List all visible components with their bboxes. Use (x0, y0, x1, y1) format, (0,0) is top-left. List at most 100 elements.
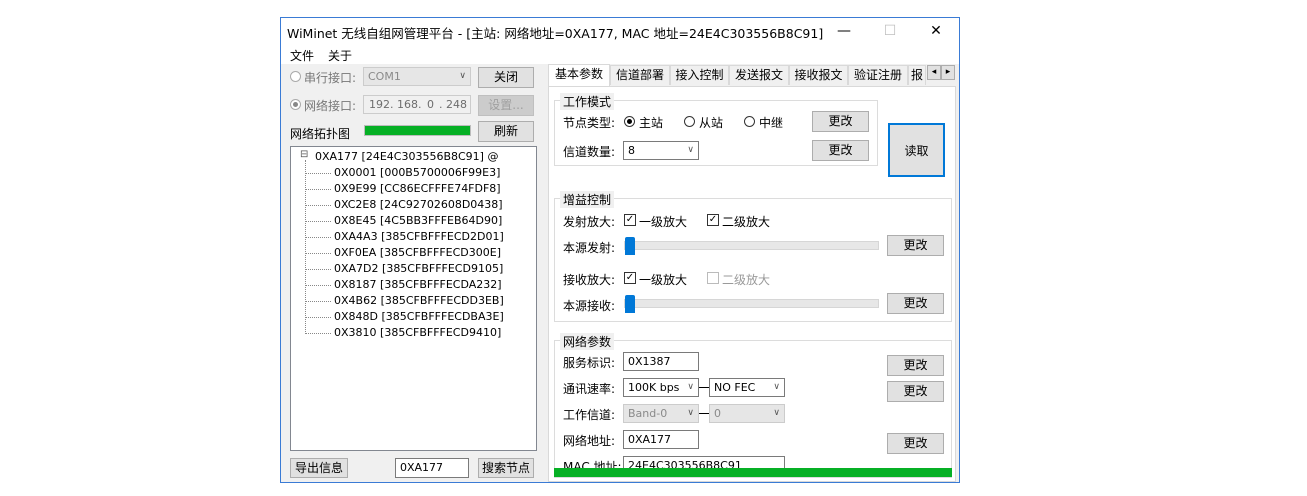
search-node-input[interactable]: 0XA177 (395, 458, 469, 478)
tree-child-node[interactable]: 0X9E99 [CC86ECFFFE74FDF8] (334, 182, 501, 195)
node-type-relay-radio[interactable] (744, 116, 755, 127)
channels-value: 8 (628, 144, 635, 157)
work-mode-group: 工作模式 节点类型: 主站 从站 中继 更改 信道数量: 8 ∨ 更改 (554, 93, 878, 166)
tab-send-message[interactable]: 发送报文 (729, 65, 789, 85)
node-type-change-button[interactable]: 更改 (812, 111, 869, 132)
export-info-button[interactable]: 导出信息 (290, 458, 348, 478)
node-type-relay-label: 中继 (759, 116, 784, 130)
work-channel-label: 工作信道: (563, 408, 616, 422)
close-window-button[interactable]: ✕ (913, 18, 959, 45)
collapse-icon[interactable]: ⊟ (300, 149, 308, 160)
tree-child-node[interactable]: 0XC2E8 [24C92702608D0438] (334, 198, 503, 211)
tree-branch-line (305, 253, 331, 254)
tab-receive-message[interactable]: 接收报文 (789, 65, 848, 85)
comm-rate-select[interactable]: 100K bps ∨ (623, 378, 699, 397)
topology-progress (364, 125, 471, 136)
tx-gain-level2-label: 二级放大 (722, 215, 771, 229)
chevron-down-icon: ∨ (459, 71, 466, 81)
tx-gain-level2-checkbox[interactable]: ✓ (707, 214, 719, 226)
search-node-button[interactable]: 搜索节点 (478, 458, 534, 478)
chevron-down-icon: ∨ (687, 145, 694, 155)
tab-channel-deploy[interactable]: 信道部署 (610, 65, 670, 85)
title-bar: WiMinet 无线自组网管理平台 - [主站: 网络地址=0XA177, MA… (281, 18, 959, 45)
tree-child-node[interactable]: 0X848D [385CFBFFFECDBA3E] (334, 310, 504, 323)
rx-change-button[interactable]: 更改 (887, 293, 944, 314)
menu-file[interactable]: 文件 (290, 47, 314, 64)
rx-source-slider[interactable] (624, 295, 879, 313)
tree-branch-line (305, 221, 331, 222)
network-params-group: 网络参数 服务标识: 0X1387 更改 通讯速率: 100K bps ∨ NO… (554, 333, 952, 478)
menu-about[interactable]: 关于 (328, 47, 352, 64)
tab-scroll-left-icon[interactable]: ◂ (927, 65, 941, 80)
tree-branch-line (305, 301, 331, 302)
rx-gain-level2-checkbox[interactable] (707, 272, 719, 284)
tree-child-node[interactable]: 0X8187 [385CFBFFFECDA232] (334, 278, 502, 291)
work-mode-title: 工作模式 (560, 93, 615, 110)
rx-source-label: 本源接收: (563, 299, 616, 313)
ip-octet-2: 168 (397, 98, 418, 111)
chevron-down-icon: ∨ (773, 382, 780, 392)
read-button[interactable]: 读取 (888, 123, 945, 177)
channel-value: 0 (714, 407, 721, 420)
comm-rate-change-button[interactable]: 更改 (887, 381, 944, 402)
fec-select[interactable]: NO FEC ∨ (709, 378, 785, 397)
serial-label: 串行接口: (304, 71, 357, 85)
tree-branch-line (305, 269, 331, 270)
tree-child-node[interactable]: 0X0001 [000B5700006F99E3] (334, 166, 500, 179)
topology-tree[interactable]: ⊟ 0XA177 [24E4C303556B8C91] @ 0X0001 [00… (290, 146, 537, 451)
rx-gain-level1-checkbox[interactable]: ✓ (624, 272, 636, 284)
tx-change-button[interactable]: 更改 (887, 235, 944, 256)
network-address-change-button[interactable]: 更改 (887, 433, 944, 454)
chevron-down-icon: ∨ (687, 382, 694, 392)
tx-source-slider-thumb[interactable] (625, 237, 635, 255)
tx-source-slider[interactable] (624, 237, 879, 255)
minimize-button[interactable]: — (821, 18, 867, 45)
tree-child-node[interactable]: 0XA7D2 [385CFBFFFECD9105] (334, 262, 503, 275)
service-id-input[interactable]: 0X1387 (623, 352, 699, 371)
comm-rate-value: 100K bps (628, 381, 680, 394)
node-type-master-radio[interactable] (624, 116, 635, 127)
refresh-button[interactable]: 刷新 (478, 121, 534, 142)
serial-port-select[interactable]: COM1 ∨ (363, 67, 471, 86)
tree-child-node[interactable]: 0X8E45 [4C5BB3FFFEB64D90] (334, 214, 502, 227)
serial-radio[interactable] (290, 71, 301, 82)
tree-child-node[interactable]: 0X4B62 [385CFBFFFECDD3EB] (334, 294, 504, 307)
bottom-progress (554, 468, 952, 477)
tree-branch-line (305, 189, 331, 190)
menu-bar: 文件 关于 (281, 45, 959, 64)
network-label: 网络接口: (304, 99, 357, 113)
gain-control-group: 增益控制 发射放大: ✓ 一级放大 ✓ 二级放大 本源发射: 更改 接收放大: … (554, 191, 952, 322)
network-address-input[interactable]: 0XA177 (623, 430, 699, 449)
band-channel-connector (699, 413, 709, 414)
tx-gain-level1-checkbox[interactable]: ✓ (624, 214, 636, 226)
node-type-slave-radio[interactable] (684, 116, 695, 127)
ip-octet-3: 0 (427, 98, 434, 111)
network-radio[interactable] (290, 99, 301, 110)
tree-branch-line (305, 173, 331, 174)
band-select[interactable]: Band-0 ∨ (623, 404, 699, 423)
tree-child-node[interactable]: 0X3810 [385CFBFFFECD9410] (334, 326, 501, 339)
tab-access-control[interactable]: 接入控制 (670, 65, 729, 85)
tree-root-node[interactable]: 0XA177 [24E4C303556B8C91] @ (315, 150, 498, 163)
channels-select[interactable]: 8 ∨ (623, 141, 699, 160)
close-port-button[interactable]: 关闭 (478, 67, 534, 88)
maximize-button[interactable]: ☐ (867, 18, 913, 45)
tx-gain-label: 发射放大: (563, 215, 616, 229)
tab-scroll-right-icon[interactable]: ▸ (941, 65, 955, 80)
node-type-slave-label: 从站 (699, 116, 724, 130)
tab-basic-params[interactable]: 基本参数 (548, 64, 610, 86)
tree-child-node[interactable]: 0XA4A3 [385CFBFFFECD2D01] (334, 230, 504, 243)
tab-overflow[interactable]: 报 (908, 65, 926, 85)
tree-branch-line (305, 285, 331, 286)
ip-octet-4: 248 (446, 98, 467, 111)
channels-change-button[interactable]: 更改 (812, 140, 869, 161)
band-value: Band-0 (628, 407, 668, 420)
rx-source-slider-thumb[interactable] (625, 295, 635, 313)
network-address-label: 网络地址: (563, 434, 616, 448)
service-id-change-button[interactable]: 更改 (887, 355, 944, 376)
channel-select[interactable]: 0 ∨ (709, 404, 785, 423)
tree-child-node[interactable]: 0XF0EA [385CFBFFFECD300E] (334, 246, 501, 259)
settings-button[interactable]: 设置... (478, 95, 534, 116)
tab-verify-register[interactable]: 验证注册 (848, 65, 908, 85)
ip-address-field[interactable]: 192 . 168 . 0 . 248 (363, 95, 471, 114)
